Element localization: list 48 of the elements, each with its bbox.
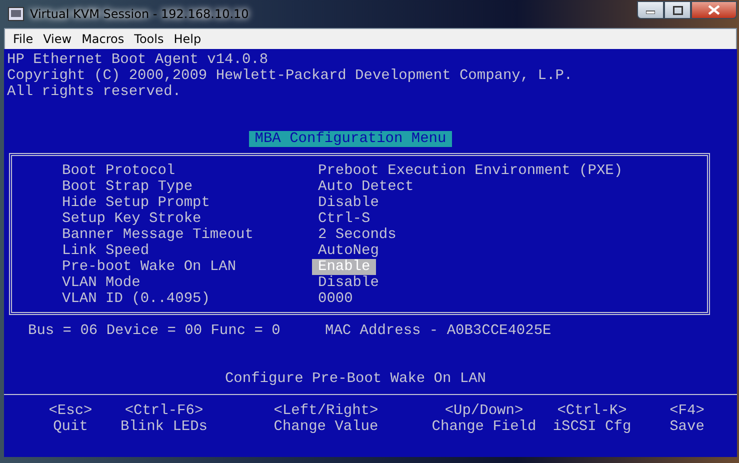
help-text: Configure Pre-Boot Wake On LAN: [224, 371, 486, 387]
key-action: Change Field: [432, 419, 536, 435]
key-action: Quit: [53, 419, 88, 435]
key-name: <Ctrl-F6>: [124, 403, 204, 419]
setting-value[interactable]: Auto Detect: [312, 179, 420, 195]
setting-label: VLAN Mode: [62, 275, 142, 291]
setting-label: Link Speed: [62, 243, 150, 259]
mac-address: MAC Address - A0B3CCE4025E: [325, 323, 552, 339]
key-name: <Up/Down>: [444, 403, 524, 419]
window-title: Virtual KVM Session - 192.168.10.10: [30, 7, 249, 21]
setting-label: Pre-boot Wake On LAN: [62, 259, 238, 275]
setting-value[interactable]: AutoNeg: [312, 243, 385, 259]
key-action: Change Value: [274, 419, 378, 435]
setting-label: Boot Strap Type: [62, 179, 194, 195]
monitor-icon: [8, 7, 24, 21]
setting-label: Banner Message Timeout: [62, 227, 254, 243]
setting-value[interactable]: Preboot Execution Environment (PXE): [312, 163, 629, 179]
setting-value[interactable]: 2 Seconds: [312, 227, 402, 243]
setting-label: Setup Key Stroke: [62, 211, 202, 227]
setting-value[interactable]: Ctrl-S: [312, 211, 376, 227]
key-action: iSCSI Cfg: [552, 419, 632, 435]
close-button[interactable]: [691, 1, 737, 19]
header-line: Copyright (C) 2000,2009 Hewlett-Packard Development Company, L.P.: [6, 68, 574, 84]
setting-value[interactable]: Disable: [312, 195, 385, 211]
menu-title: MBA Configuration Menu: [248, 131, 452, 147]
menu-item[interactable]: Help: [170, 31, 206, 47]
key-action: Save: [670, 419, 704, 435]
key-name: <Esc>: [48, 403, 92, 419]
maximize-button[interactable]: [664, 1, 691, 19]
setting-value[interactable]: 0000: [312, 291, 359, 307]
header-line: HP Ethernet Boot Agent v14.0.8: [6, 52, 270, 68]
setting-label: Boot Protocol: [62, 163, 176, 179]
setting-label: Hide Setup Prompt: [62, 195, 211, 211]
menu-item[interactable]: File: [9, 31, 38, 47]
setting-label: VLAN ID (0..4095): [62, 291, 211, 307]
close-icon: [708, 5, 720, 15]
setting-value[interactable]: Disable: [312, 275, 385, 291]
minimize-button[interactable]: [637, 1, 664, 19]
menu-item[interactable]: Macros: [78, 31, 128, 47]
menu-item[interactable]: View: [39, 31, 76, 47]
header-line: All rights reserved.: [6, 84, 182, 100]
maximize-icon: [672, 6, 682, 14]
key-name: <F4>: [670, 403, 704, 419]
key-action: Blink LEDs: [120, 419, 208, 435]
key-name: <Ctrl-K>: [557, 403, 627, 419]
key-name: <Left/Right>: [274, 403, 378, 419]
device-info: Bus = 06 Device = 00 Func = 0: [28, 323, 282, 339]
menu-item[interactable]: Tools: [130, 31, 168, 47]
